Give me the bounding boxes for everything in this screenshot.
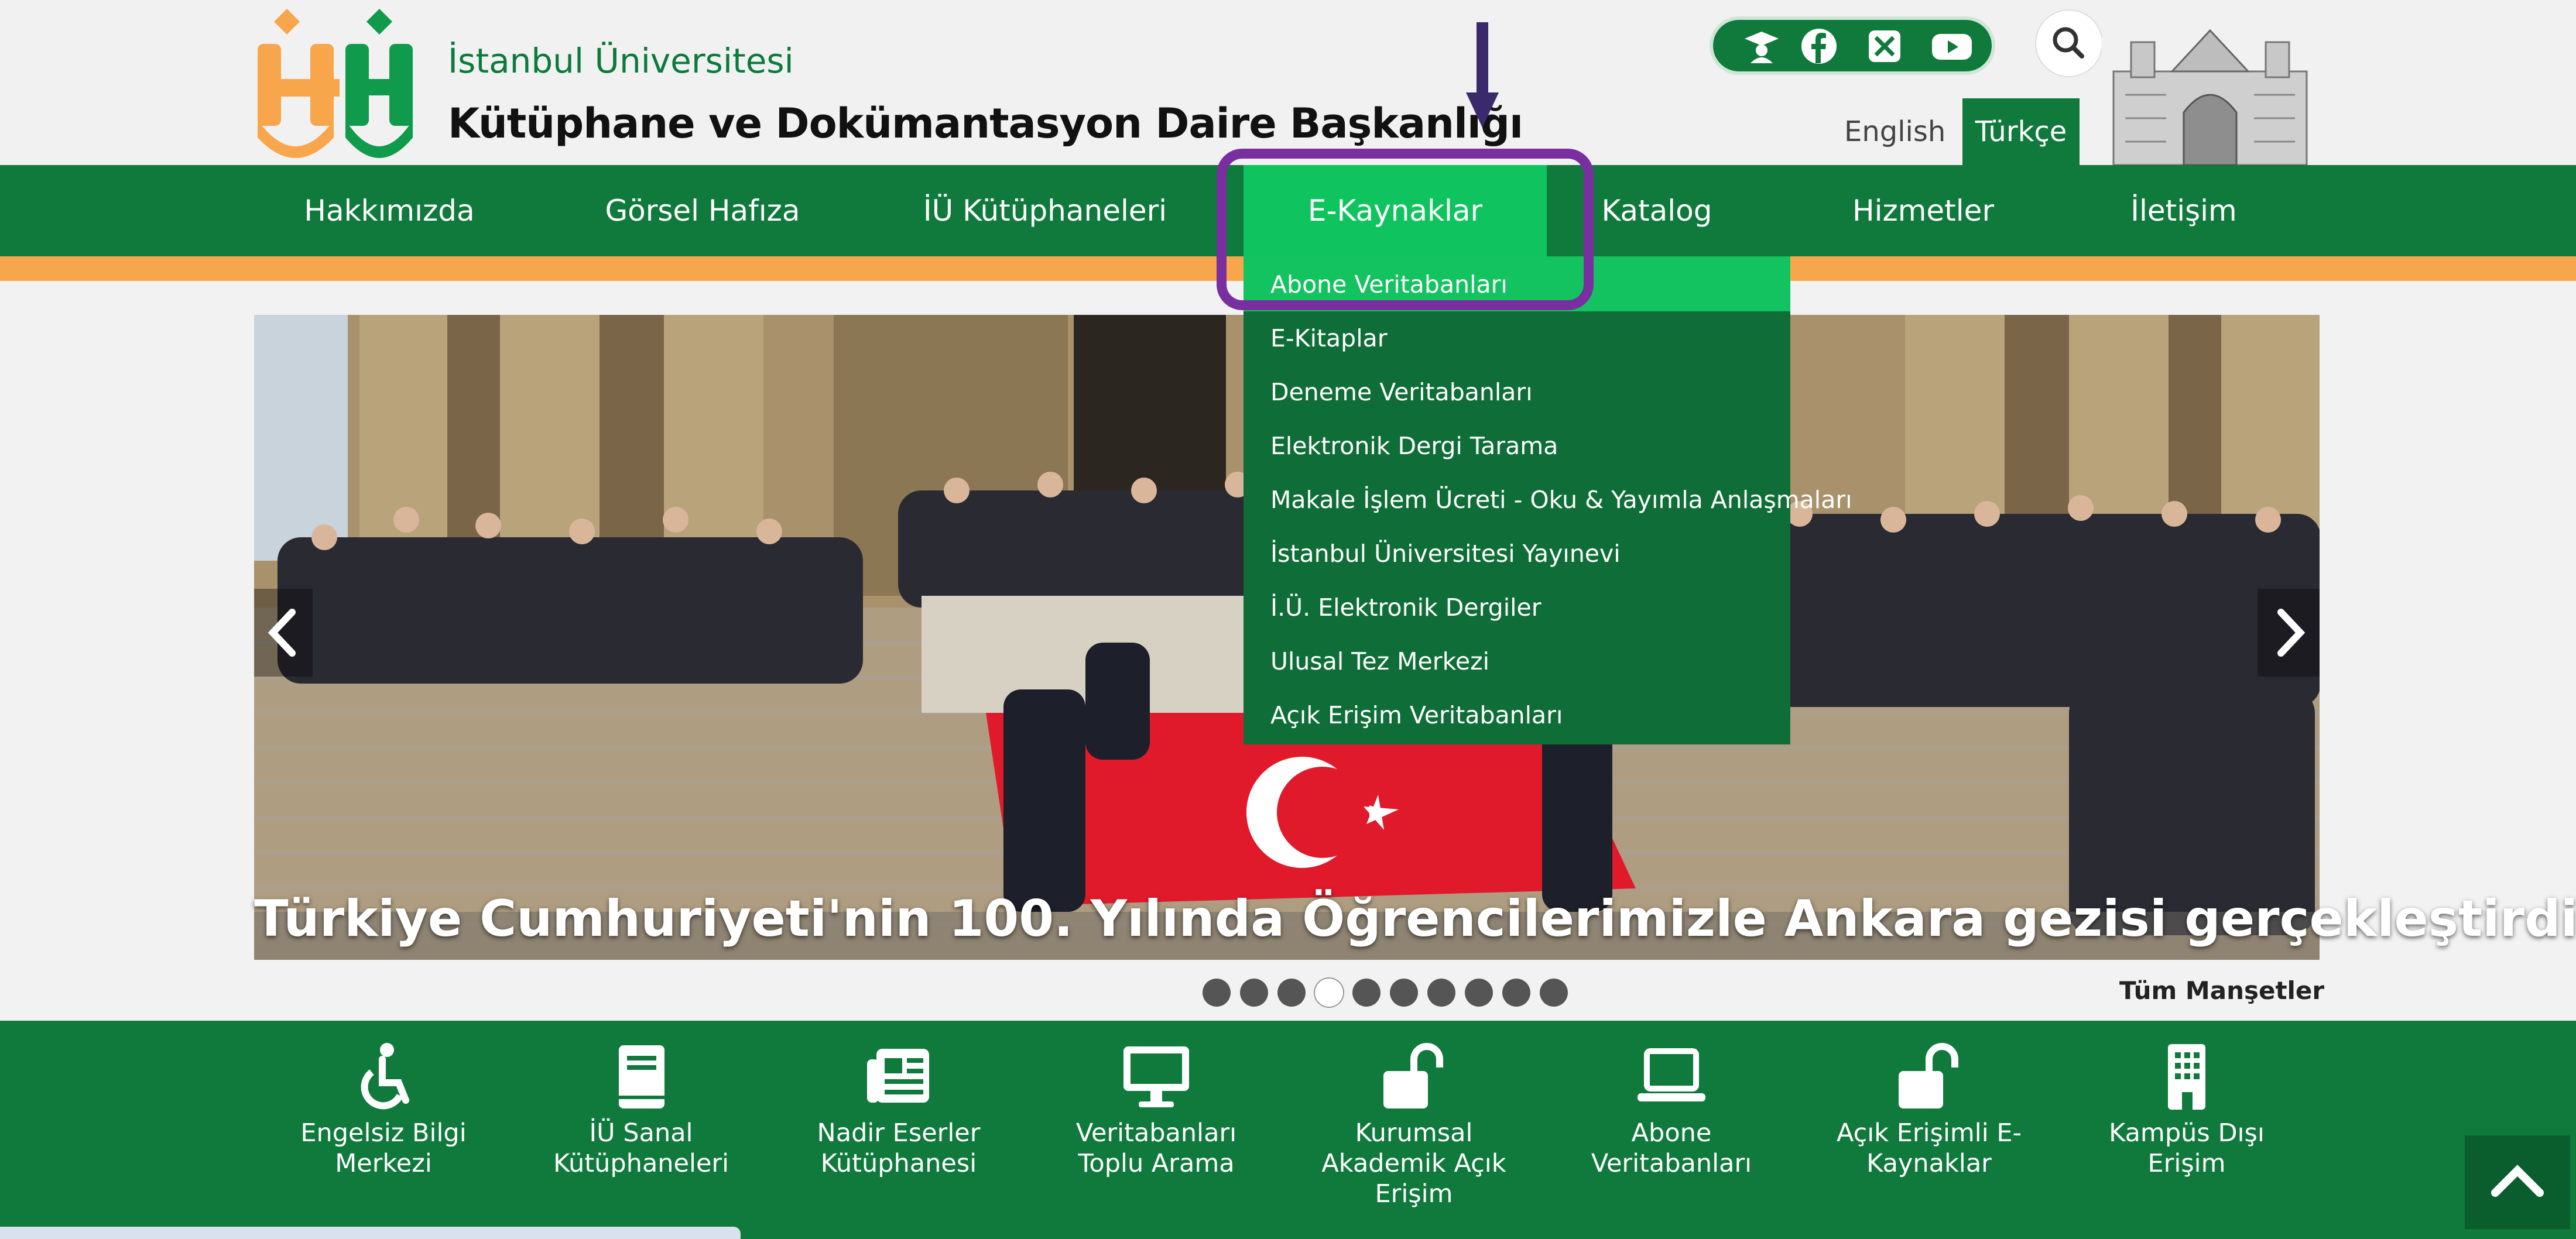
slider-dot[interactable]	[1240, 979, 1268, 1007]
nav-item-about[interactable]: Hakkımızda	[281, 165, 498, 256]
nav-item-catalog[interactable]: Katalog	[1581, 165, 1733, 256]
slider-dot[interactable]	[1502, 979, 1530, 1007]
slider-dot[interactable]	[1390, 979, 1418, 1007]
annotation-highlight-box	[1217, 149, 1594, 310]
quick-link-institutional-open-access[interactable]: Kurumsal Akademik Açık Erişim	[1314, 1042, 1513, 1209]
quick-link-subscribed-databases[interactable]: Abone Veritabanları	[1572, 1042, 1771, 1179]
nav-item-services[interactable]: Hizmetler	[1832, 165, 2014, 256]
scroll-to-top-button[interactable]	[2465, 1135, 2570, 1229]
search-button[interactable]	[2036, 11, 2102, 76]
slider-dot[interactable]	[1203, 979, 1231, 1007]
laptop-icon	[1638, 1048, 1705, 1101]
dropdown-item-national-thesis-center[interactable]: Ulusal Tez Merkezi	[1270, 647, 1489, 675]
dropdown-item-apc-agreements[interactable]: Makale İşlem Ücreti - Oku & Yayımla Anla…	[1270, 486, 1852, 514]
browser-status-bar	[0, 1227, 741, 1239]
dropdown-item-university-press[interactable]: İstanbul Üniversitesi Yayınevi	[1270, 540, 1621, 568]
nav-item-visual-memory[interactable]: Görsel Hafıza	[591, 165, 814, 256]
nav-item-libraries[interactable]: İÜ Kütüphaneleri	[913, 165, 1177, 256]
dropdown-item-open-access-databases[interactable]: Açık Erişim Veritabanları	[1270, 701, 1563, 729]
quick-link-accessible-info-center[interactable]: Engelsiz Bilgi Merkezi	[284, 1042, 483, 1179]
language-turkish[interactable]: Türkçe	[1962, 98, 2080, 165]
chevron-up-icon	[2491, 1165, 2544, 1197]
slider-next-button[interactable]	[2258, 589, 2320, 677]
quick-link-label: Açık Erişimli E-Kaynaklar	[1836, 1118, 2022, 1178]
language-english[interactable]: English	[1844, 111, 1945, 165]
newspaper-icon	[867, 1049, 929, 1103]
quick-link-database-federated-search[interactable]: Veritabanları Toplu Arama	[1057, 1042, 1256, 1179]
quick-link-off-campus-access[interactable]: Kampüs Dışı Erişim	[2087, 1042, 2286, 1179]
chevron-right-icon	[2277, 609, 2306, 657]
quick-link-open-access-e-resources[interactable]: Açık Erişimli E-Kaynaklar	[1830, 1042, 2029, 1179]
dropdown-item-e-books[interactable]: E-Kitaplar	[1270, 324, 1388, 352]
slider-dot[interactable]	[1277, 979, 1306, 1007]
graduate-icon[interactable]	[1743, 28, 1780, 64]
dropdown-item-trial-databases[interactable]: Deneme Veritabanları	[1270, 378, 1533, 406]
university-name: İstanbul Üniversitesi	[448, 41, 794, 81]
search-icon	[2053, 27, 2084, 59]
quick-link-virtual-libraries[interactable]: İÜ Sanal Kütüphaneleri	[542, 1042, 741, 1179]
wheelchair-icon	[361, 1043, 409, 1110]
unlock-icon	[1899, 1043, 1958, 1108]
monitor-icon	[1123, 1046, 1189, 1107]
quick-link-label: İÜ Sanal Kütüphaneleri	[553, 1118, 729, 1178]
facebook-icon[interactable]	[1801, 28, 1837, 64]
quick-link-label: Abone Veritabanları	[1591, 1118, 1752, 1178]
quick-link-label: Veritabanları Toplu Arama	[1075, 1118, 1237, 1178]
nav-item-contact[interactable]: İletişim	[2096, 165, 2272, 256]
building-icon	[2168, 1044, 2205, 1110]
social-links	[1710, 16, 1995, 75]
book-icon	[619, 1045, 664, 1108]
quick-link-label: Kurumsal Akademik Açık Erişim	[1321, 1118, 1506, 1209]
slider-dot[interactable]	[1540, 979, 1568, 1007]
all-headlines-link[interactable]: Tüm Manşetler	[2119, 976, 2324, 1005]
slider-prev-button[interactable]	[254, 589, 313, 677]
slider-dot[interactable]	[1352, 979, 1381, 1007]
dropdown-item-e-journal-search[interactable]: Elektronik Dergi Tarama	[1270, 432, 1558, 460]
university-gate-illustration	[2102, 7, 2318, 166]
chevron-left-icon	[268, 609, 296, 657]
dropdown-item-iu-e-journals[interactable]: İ.Ü. Elektronik Dergiler	[1270, 593, 1542, 622]
university-logo[interactable]	[252, 3, 419, 164]
annotation-arrow-icon	[1465, 22, 1500, 129]
unlock-icon	[1383, 1043, 1443, 1108]
slider-dot[interactable]	[1465, 979, 1493, 1007]
quick-link-label: Kampüs Dışı Erişim	[2109, 1118, 2265, 1178]
department-name[interactable]: Kütüphane ve Dokümantasyon Daire Başkanl…	[448, 99, 1523, 147]
slider-dot[interactable]	[1427, 979, 1455, 1007]
slider-dot-active[interactable]	[1315, 979, 1343, 1007]
quick-link-label: Nadir Eserler Kütüphanesi	[817, 1118, 981, 1178]
quick-link-label: Engelsiz Bilgi Merkezi	[300, 1118, 467, 1178]
x-twitter-icon[interactable]	[1866, 28, 1903, 64]
quick-link-rare-books-library[interactable]: Nadir Eserler Kütüphanesi	[799, 1042, 998, 1179]
hero-caption[interactable]: Türkiye Cumhuriyeti'nin 100. Yılında Öğr…	[254, 890, 2576, 948]
youtube-icon[interactable]	[1931, 28, 1973, 64]
